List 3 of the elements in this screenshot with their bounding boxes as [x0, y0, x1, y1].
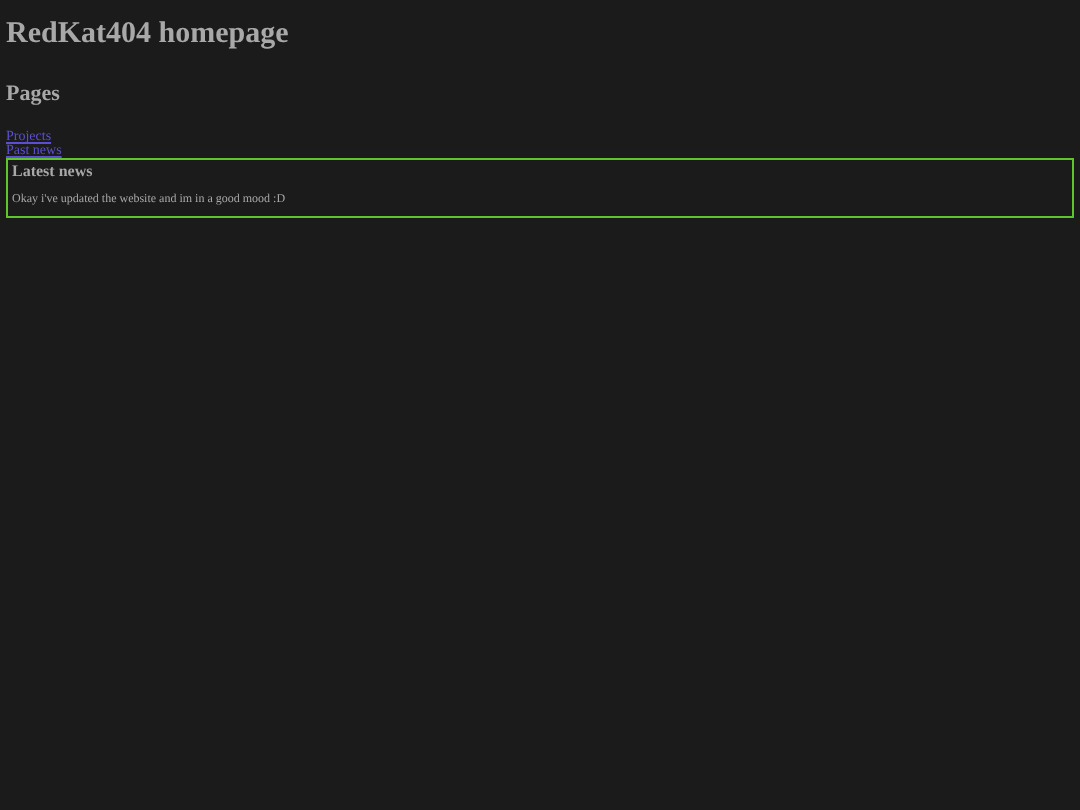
news-heading: Latest news	[12, 162, 95, 180]
page-title: RedKat404 homepage	[6, 16, 291, 52]
section-heading: Pages	[6, 80, 62, 108]
